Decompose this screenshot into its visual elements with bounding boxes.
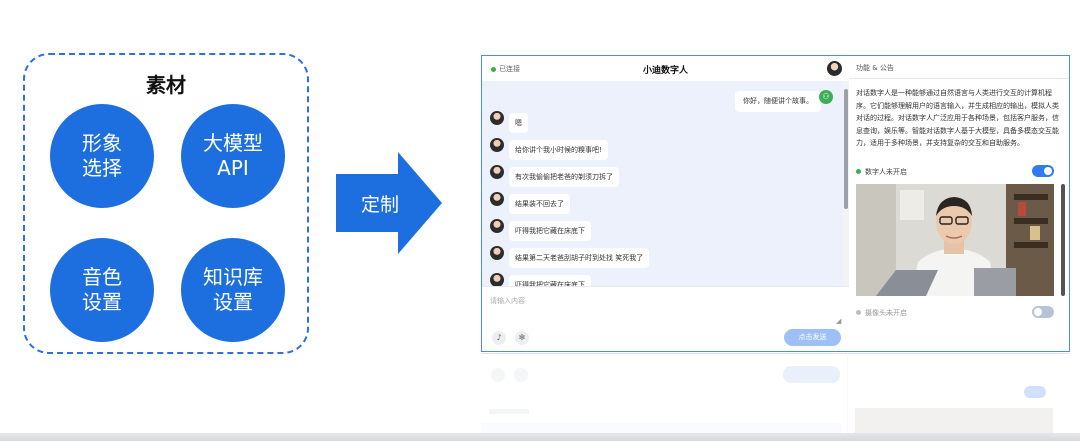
bot-avatar [490, 273, 504, 286]
chat-header: 已连接 小迪数字人 [482, 56, 849, 81]
bot-avatar [490, 246, 504, 260]
bot-avatar [490, 165, 504, 179]
user-message: 你好，随便讲个故事。 [735, 91, 821, 112]
function-panel-title: 功能 & 公告 [856, 64, 894, 72]
digital-human-status: 数字人未开启 [865, 168, 907, 176]
status-dot-icon [856, 169, 861, 174]
digital-human-toggle[interactable] [1032, 165, 1054, 177]
bot-avatar [490, 219, 504, 233]
gear-icon[interactable]: ✻ [515, 331, 529, 345]
bot-message: 结果装不回去了 [509, 194, 570, 214]
avatar[interactable] [827, 61, 842, 76]
digital-human-video [856, 184, 1054, 296]
divider [849, 78, 1069, 79]
camera-toggle[interactable] [1032, 306, 1054, 318]
bot-message: 结果第二天老爸刮胡子时到处找 笑死我了 [509, 248, 650, 268]
send-button[interactable]: 点击发送 [784, 329, 841, 346]
materials-panel: 素材 形象 选择 大模型 API 音色 设置 知识库 设置 [23, 53, 309, 354]
bot-avatar [490, 192, 504, 206]
customize-label: 定制 [360, 194, 399, 216]
floor-shadow [0, 433, 1080, 441]
digital-human-status-row: 数字人未开启 [856, 165, 1064, 179]
bot-message: 有次我偷偷把老爸的剃须刀拆了 [509, 167, 619, 187]
message-list[interactable]: 你好，随便讲个故事。 ⚇ 嗯 给你讲个我小时候的糗事吧! 有次我偷偷把老爸的剃须… [482, 81, 843, 286]
camera-status: 摄像头未开启 [865, 309, 907, 317]
bot-message: 嗯 [509, 113, 528, 133]
message-input-area[interactable]: 请输入内容 ◢ ♪ ✻ 点击发送 [482, 286, 849, 351]
message-input[interactable]: 请输入内容 [490, 296, 525, 306]
presenter-image [856, 184, 1054, 296]
bot-avatar [490, 111, 504, 125]
resize-handle-icon[interactable]: ◢ [836, 317, 841, 325]
knowledge-base-option[interactable]: 知识库 设置 [181, 238, 285, 342]
toggle-knob [1034, 308, 1042, 316]
llm-api-option[interactable]: 大模型 API [181, 104, 285, 208]
bot-message: 吓得我把它藏在床底下 [509, 275, 591, 286]
announcement-text: 对话数字人是一种能够通过自然语言与人类进行交互的计算机程序。它们能够理解用户的语… [856, 89, 1059, 147]
bot-avatar [490, 138, 504, 152]
bot-message: 给你讲个我小时候的糗事吧! [509, 140, 608, 160]
reflection-graphic [481, 353, 1070, 441]
mic-icon[interactable]: ♪ [492, 331, 506, 345]
camera-status-row: 摄像头未开启 [856, 306, 1064, 320]
voice-settings-option[interactable]: 音色 设置 [50, 238, 154, 342]
avatar-select-option[interactable]: 形象 选择 [50, 104, 154, 208]
scrollbar-thumb[interactable] [844, 89, 848, 209]
chat-title: 小迪数字人 [642, 66, 688, 76]
user-avatar-icon: ⚇ [819, 90, 833, 104]
side-scrollbar[interactable] [1061, 184, 1065, 296]
function-panel: 功能 & 公告 对话数字人是一种能够通过自然语言与人类进行交互的计算机程序。它们… [849, 56, 1069, 351]
toggle-knob [1044, 167, 1052, 175]
chat-panel: 已连接 小迪数字人 你好，随便讲个故事。 ⚇ 嗯 给你讲个我小时候的糗事吧! 有… [482, 56, 849, 351]
digital-human-app: 已连接 小迪数字人 你好，随便讲个故事。 ⚇ 嗯 给你讲个我小时候的糗事吧! 有… [481, 55, 1070, 352]
window-reflection [481, 353, 1070, 441]
status-dot-icon [856, 310, 861, 315]
bot-message: 吓得我把它藏在床底下 [509, 221, 591, 241]
materials-title: 素材 [146, 73, 186, 97]
